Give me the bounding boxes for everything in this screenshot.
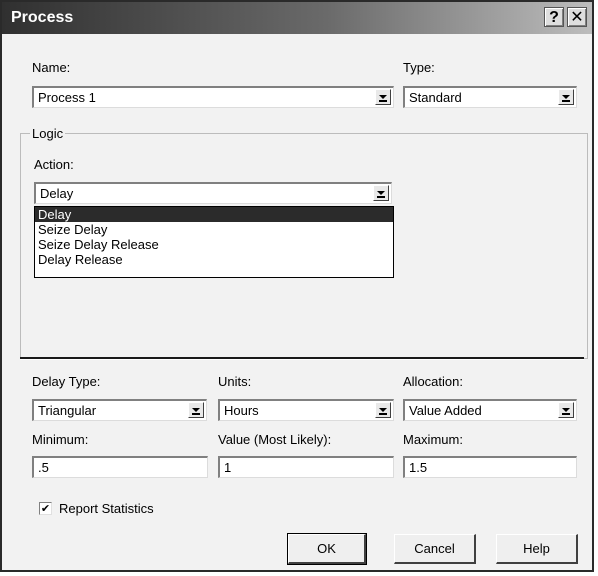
action-combo[interactable]: Delay bbox=[34, 182, 392, 204]
help-button[interactable]: Help bbox=[496, 534, 578, 564]
type-label: Type: bbox=[403, 60, 435, 75]
minimum-label: Minimum: bbox=[32, 432, 89, 447]
action-option-seize-delay[interactable]: Seize Delay bbox=[35, 222, 393, 237]
action-dropdown-list: Delay Seize Delay Seize Delay Release De… bbox=[34, 206, 394, 278]
units-value: Hours bbox=[224, 403, 259, 418]
delay-type-combo[interactable]: Triangular bbox=[32, 399, 207, 421]
name-value: Process 1 bbox=[38, 90, 96, 105]
allocation-value: Value Added bbox=[409, 403, 482, 418]
maximum-label: Maximum: bbox=[403, 432, 463, 447]
most-likely-input[interactable]: 1 bbox=[218, 456, 394, 478]
action-option-seize-delay-release[interactable]: Seize Delay Release bbox=[35, 237, 393, 252]
delay-type-dropdown-arrow-icon[interactable] bbox=[188, 402, 204, 418]
action-value: Delay bbox=[40, 186, 74, 201]
close-icon[interactable]: ✕ bbox=[567, 7, 587, 27]
units-label: Units: bbox=[218, 374, 252, 389]
type-combo[interactable]: Standard bbox=[403, 86, 577, 108]
action-option-delay[interactable]: Delay bbox=[35, 207, 393, 222]
help-icon[interactable]: ? bbox=[544, 7, 564, 27]
name-label: Name: bbox=[32, 60, 71, 75]
most-likely-value: 1 bbox=[224, 460, 232, 475]
logic-legend: Logic bbox=[30, 126, 66, 141]
maximum-input[interactable]: 1.5 bbox=[403, 456, 577, 478]
allocation-label: Allocation: bbox=[403, 374, 463, 389]
allocation-combo[interactable]: Value Added bbox=[403, 399, 577, 421]
maximum-value: 1.5 bbox=[409, 460, 428, 475]
type-value: Standard bbox=[409, 90, 462, 105]
report-statistics-checkbox[interactable]: ✔ bbox=[39, 502, 52, 515]
action-option-delay-release[interactable]: Delay Release bbox=[35, 252, 393, 267]
delay-type-label: Delay Type: bbox=[32, 374, 101, 389]
delay-type-value: Triangular bbox=[38, 403, 97, 418]
cancel-button[interactable]: Cancel bbox=[394, 534, 476, 564]
title-bar[interactable]: Process ? ✕ bbox=[2, 2, 592, 34]
most-likely-label: Value (Most Likely): bbox=[218, 432, 332, 447]
name-dropdown-arrow-icon[interactable] bbox=[375, 89, 391, 105]
minimum-value: .5 bbox=[38, 460, 49, 475]
report-statistics-label: Report Statistics bbox=[59, 501, 154, 516]
action-label: Action: bbox=[34, 157, 74, 172]
minimum-input[interactable]: .5 bbox=[32, 456, 208, 478]
units-dropdown-arrow-icon[interactable] bbox=[375, 402, 391, 418]
ok-button[interactable]: OK bbox=[287, 533, 367, 565]
action-dropdown-arrow-icon[interactable] bbox=[373, 185, 389, 201]
name-combo[interactable]: Process 1 bbox=[32, 86, 394, 108]
allocation-dropdown-arrow-icon[interactable] bbox=[558, 402, 574, 418]
dialog-title: Process bbox=[11, 9, 74, 26]
units-combo[interactable]: Hours bbox=[218, 399, 394, 421]
type-dropdown-arrow-icon[interactable] bbox=[558, 89, 574, 105]
section-separator bbox=[20, 357, 584, 360]
process-dialog: Process ? ✕ Name: Process 1 Type: Standa… bbox=[0, 0, 594, 572]
